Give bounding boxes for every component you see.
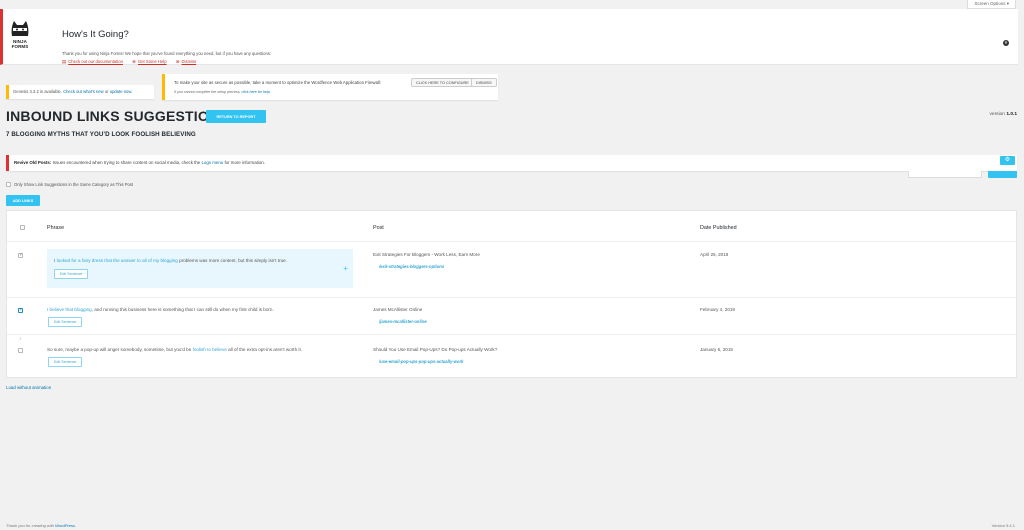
date-cell: April 25, 2018 — [700, 252, 729, 257]
drag-handle-icon[interactable]: ↕ — [19, 336, 22, 342]
suggested-anchor-link[interactable]: I believe that blogging — [47, 307, 92, 312]
date-cell: January 6, 2015 — [700, 347, 733, 352]
ninja-cat-icon — [10, 20, 30, 37]
wordfence-dismiss-button[interactable]: DISMISS — [471, 78, 497, 87]
dismiss-link[interactable]: Dismiss — [182, 59, 197, 64]
footer-period: . — [74, 523, 77, 528]
post-slug-link[interactable]: /exit-strategies-bloggers-options — [379, 264, 444, 269]
logs-menu-link[interactable]: Logs menu — [201, 160, 223, 165]
edit-sentence-button[interactable]: Edit Sentence — [48, 317, 83, 327]
genesis-update-notice: Genesis 3.3.2 is available. Check out wh… — [6, 85, 154, 99]
link-suggestions-table: Phrase Post Date Published I looked for … — [6, 210, 1017, 378]
return-to-report-button[interactable]: RETURN TO REPORT — [206, 110, 266, 123]
phrase-after: problems was more content, but this simp… — [177, 258, 287, 263]
post-slug-link[interactable]: /james-mcallister-online — [379, 319, 427, 324]
document-icon: ▤ — [62, 59, 67, 64]
phrase-before: So sure, maybe a pop-up will anger someb… — [47, 347, 193, 352]
edit-sentence-button[interactable]: Edit Sentence — [48, 357, 83, 367]
row-checkbox[interactable] — [18, 348, 23, 353]
edit-sentence-button[interactable]: Edit Sentence — [54, 269, 89, 279]
footer-thanks-text: Thank you for creating with — [6, 523, 55, 528]
notice-text: Thank you for using Ninja Forms! We hope… — [62, 51, 272, 56]
help-icon: ⊕ — [132, 59, 136, 64]
whats-new-link[interactable]: Check out what's new — [63, 89, 104, 94]
phrase-sentence: I believe that blogging, and running thi… — [47, 307, 367, 312]
date-cell: February 4, 2019 — [700, 307, 735, 312]
dismiss-icon: ⊗ — [175, 59, 180, 64]
version-number: 1.0.1 — [1006, 112, 1017, 117]
footer-thanks: Thank you for creating with WordPress. — [6, 523, 76, 528]
page-title: INBOUND LINKS SUGGESTIONS — [6, 108, 229, 124]
phrase-sentence: I looked for a fairy dress that the answ… — [54, 258, 344, 263]
genesis-period: . — [131, 89, 133, 94]
get-help-link[interactable]: Get Some Help — [138, 59, 167, 64]
row-divider — [7, 334, 1016, 335]
configure-button[interactable]: CLICK HERE TO CONFIGURE — [411, 78, 474, 87]
search-input[interactable] — [908, 171, 982, 178]
add-links-button[interactable]: ADD LINKS — [6, 195, 40, 206]
post-title-cell: James McAllister Online — [373, 307, 423, 312]
genesis-or-text: or — [104, 89, 109, 94]
close-icon[interactable]: × — [1003, 40, 1009, 46]
date-column-header: Date Published — [700, 225, 737, 231]
phrase-after: , and running this business here is some… — [91, 307, 274, 312]
rop-title: Revive Old Posts: — [14, 160, 52, 165]
wordfence-help-link[interactable]: click here for help. — [242, 90, 271, 94]
same-category-checkbox[interactable] — [6, 182, 11, 187]
wordfence-text: To make your site as secure as possible,… — [174, 80, 382, 85]
rop-suffix: for more information. — [224, 160, 265, 165]
load-without-animation-link[interactable]: Load without animation — [6, 385, 51, 390]
same-category-filter[interactable]: Only Show Link Suggestions in the Same C… — [6, 182, 133, 187]
same-category-label: Only Show Link Suggestions in the Same C… — [14, 182, 134, 187]
header-divider — [7, 241, 1016, 242]
row-checkbox[interactable] — [18, 307, 23, 313]
wordfence-subtext-label: If you cannot complete the setup process… — [174, 90, 241, 94]
version-label: version 1.0.1 — [990, 112, 1017, 117]
documentation-link[interactable]: Check out our documentation — [68, 59, 123, 64]
ninja-forms-logo: NINJA FORMS — [9, 20, 31, 54]
table-row: I looked for a fairy dress that the answ… — [47, 249, 353, 288]
version-text: version — [989, 112, 1005, 117]
ninja-forms-logo-text: NINJA FORMS — [11, 39, 29, 49]
post-slug-link[interactable]: /use-email-pop-ups-pop-ups-actually-work — [379, 359, 463, 364]
screen-options-tab[interactable]: Screen Options ▾ — [967, 0, 1016, 9]
post-title: 7 BLOGGING MYTHS THAT YOU'D LOOK FOOLISH… — [6, 131, 196, 138]
select-all-checkbox[interactable] — [20, 225, 25, 230]
gear-icon[interactable]: ⚙ — [1000, 156, 1015, 165]
footer-version: Version 5.4.1 — [991, 523, 1015, 528]
post-title-cell: Exit Strategies For Bloggers - Work Less… — [373, 252, 480, 257]
phrase-after: all of the extra opt-ins aren't worth it… — [226, 347, 302, 352]
notice-links: ▤ Check out our documentation ⊕ Get Some H… — [62, 59, 204, 65]
wordfence-subtext: If you cannot complete the setup process… — [174, 90, 271, 94]
post-title-cell: Should You Use Email Pop-Ups? Do Pop-ups… — [373, 347, 498, 352]
notice-title: How's It Going? — [62, 29, 129, 40]
row-divider — [7, 297, 1016, 298]
plus-icon[interactable]: + — [343, 264, 348, 273]
wordpress-link[interactable]: WordPress — [55, 523, 75, 528]
update-now-link[interactable]: update now — [110, 89, 131, 94]
genesis-update-text: Genesis 3.3.2 is available. — [13, 89, 62, 94]
revive-old-posts-notice: Revive Old Posts: Issues encountered whe… — [6, 155, 1017, 171]
suggested-anchor-link[interactable]: looked for a fairy dress that the answer… — [57, 258, 178, 263]
search-button[interactable] — [988, 171, 1017, 178]
post-column-header: Post — [373, 225, 384, 231]
ninja-forms-notice: NINJA FORMS How's It Going? Thank you fo… — [0, 9, 1018, 65]
row-checkbox[interactable] — [18, 252, 23, 258]
wordfence-notice: To make your site as secure as possible,… — [162, 74, 498, 100]
suggested-anchor-link[interactable]: foolish to believe — [193, 347, 227, 352]
phrase-column-header: Phrase — [47, 225, 65, 231]
phrase-sentence: So sure, maybe a pop-up will anger someb… — [47, 347, 367, 352]
rop-text: Issues encountered when trying to share … — [52, 160, 201, 165]
